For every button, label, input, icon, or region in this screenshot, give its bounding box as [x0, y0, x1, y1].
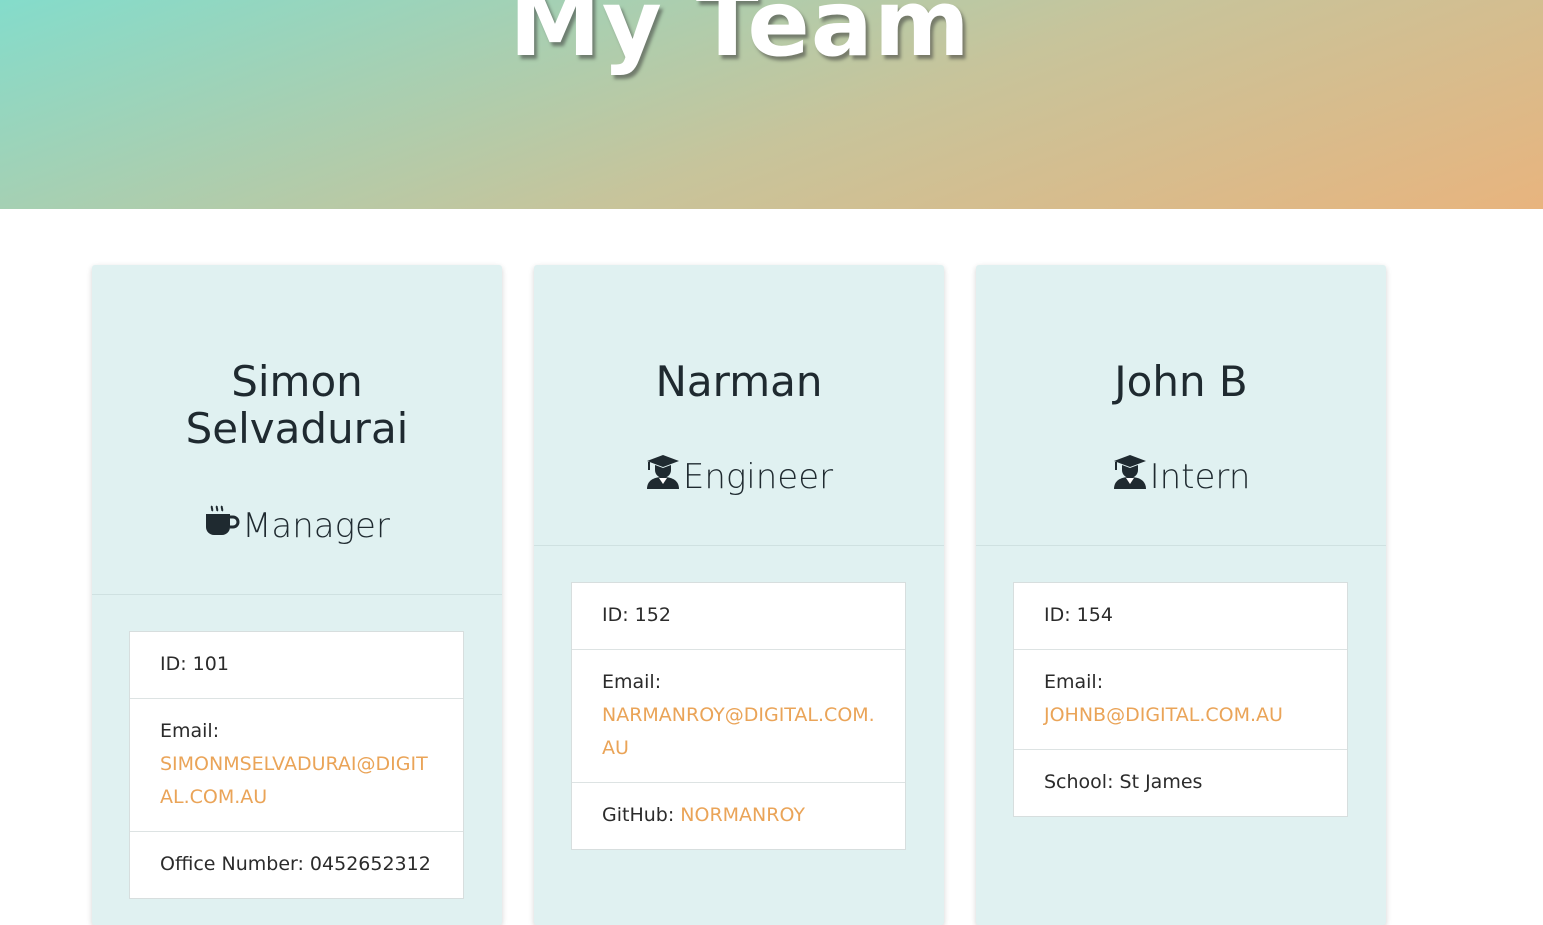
member-role: Intern [976, 454, 1386, 499]
member-name: Simon Selvadurai [185, 357, 409, 453]
role-label: Manager [242, 505, 390, 546]
email-link[interactable]: SIMONMSELVADURAI@DIGITAL.COM.AU [160, 753, 428, 808]
info-list: ID: 152 Email: NARMANROY@DIGITAL.COM.AU … [571, 582, 906, 850]
team-card-engineer: Narman Engineer ID: 152 Email: NARMANROY… [534, 265, 944, 925]
team-card-intern: John B Intern ID: 154 Email: JOHNB@DIGIT… [976, 265, 1386, 925]
graduate-icon [1112, 454, 1150, 499]
member-role: Manager [92, 503, 502, 548]
github-row: GitHub: NORMANROY [572, 782, 905, 849]
card-header: Narman Engineer [534, 265, 944, 546]
card-header: Simon Selvadurai Manager [92, 265, 502, 595]
office-number: Office Number: 0452652312 [130, 831, 463, 898]
team-card-manager: Simon Selvadurai Manager ID: 101 Email: … [92, 265, 502, 925]
member-email-row: Email: NARMANROY@DIGITAL.COM.AU [572, 649, 905, 782]
email-link[interactable]: NARMANROY@DIGITAL.COM.AU [602, 704, 875, 759]
member-email-row: Email: SIMONMSELVADURAI@DIGITAL.COM.AU [130, 698, 463, 831]
hero-banner: My Team [0, 0, 1543, 209]
info-list: ID: 101 Email: SIMONMSELVADURAI@DIGITAL.… [129, 631, 464, 899]
email-label: Email: [602, 671, 662, 693]
member-id: ID: 154 [1044, 604, 1113, 626]
info-list: ID: 154 Email: JOHNB@DIGITAL.COM.AU Scho… [1013, 582, 1348, 817]
email-label: Email: [1044, 671, 1104, 693]
role-label: Engineer [682, 456, 834, 497]
role-label: Intern [1149, 456, 1251, 497]
graduate-icon [645, 454, 683, 499]
coffee-icon [204, 503, 242, 548]
member-role: Engineer [534, 454, 944, 499]
member-id: ID: 101 [160, 653, 229, 675]
card-header: John B Intern [976, 265, 1386, 546]
member-name: John B [1114, 357, 1248, 406]
github-link[interactable]: NORMANROY [680, 804, 805, 826]
member-id: ID: 152 [602, 604, 671, 626]
member-email-row: Email: JOHNB@DIGITAL.COM.AU [1014, 649, 1347, 749]
github-label: GitHub: [602, 804, 675, 826]
page-title: My Team [509, 0, 971, 77]
member-name: Narman [655, 357, 823, 406]
email-label: Email: [160, 720, 220, 742]
school-row: School: St James [1014, 749, 1347, 816]
email-link[interactable]: JOHNB@DIGITAL.COM.AU [1044, 704, 1283, 726]
